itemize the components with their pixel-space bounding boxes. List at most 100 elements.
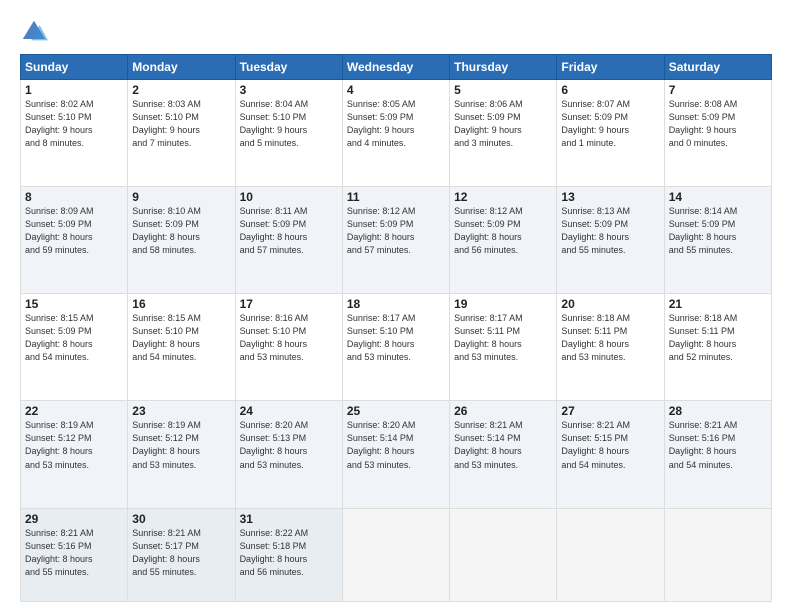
day-info: Sunrise: 8:12 AM Sunset: 5:09 PM Dayligh…	[347, 205, 445, 257]
day-number: 18	[347, 297, 445, 311]
calendar-cell: 17Sunrise: 8:16 AM Sunset: 5:10 PM Dayli…	[235, 294, 342, 401]
day-number: 22	[25, 404, 123, 418]
calendar-cell: 27Sunrise: 8:21 AM Sunset: 5:15 PM Dayli…	[557, 401, 664, 508]
calendar-cell: 26Sunrise: 8:21 AM Sunset: 5:14 PM Dayli…	[450, 401, 557, 508]
day-info: Sunrise: 8:17 AM Sunset: 5:10 PM Dayligh…	[347, 312, 445, 364]
day-info: Sunrise: 8:20 AM Sunset: 5:13 PM Dayligh…	[240, 419, 338, 471]
day-info: Sunrise: 8:08 AM Sunset: 5:09 PM Dayligh…	[669, 98, 767, 150]
page: SundayMondayTuesdayWednesdayThursdayFrid…	[0, 0, 792, 612]
day-info: Sunrise: 8:16 AM Sunset: 5:10 PM Dayligh…	[240, 312, 338, 364]
day-info: Sunrise: 8:17 AM Sunset: 5:11 PM Dayligh…	[454, 312, 552, 364]
calendar-cell: 9Sunrise: 8:10 AM Sunset: 5:09 PM Daylig…	[128, 187, 235, 294]
day-number: 9	[132, 190, 230, 204]
calendar-week-row: 15Sunrise: 8:15 AM Sunset: 5:09 PM Dayli…	[21, 294, 772, 401]
day-info: Sunrise: 8:03 AM Sunset: 5:10 PM Dayligh…	[132, 98, 230, 150]
day-info: Sunrise: 8:21 AM Sunset: 5:17 PM Dayligh…	[132, 527, 230, 579]
day-info: Sunrise: 8:10 AM Sunset: 5:09 PM Dayligh…	[132, 205, 230, 257]
day-number: 7	[669, 83, 767, 97]
calendar-cell	[557, 508, 664, 602]
day-header-saturday: Saturday	[664, 55, 771, 80]
day-info: Sunrise: 8:15 AM Sunset: 5:10 PM Dayligh…	[132, 312, 230, 364]
day-number: 21	[669, 297, 767, 311]
calendar-cell: 1Sunrise: 8:02 AM Sunset: 5:10 PM Daylig…	[21, 80, 128, 187]
calendar-table: SundayMondayTuesdayWednesdayThursdayFrid…	[20, 54, 772, 602]
day-number: 31	[240, 512, 338, 526]
calendar-cell: 28Sunrise: 8:21 AM Sunset: 5:16 PM Dayli…	[664, 401, 771, 508]
calendar-cell: 31Sunrise: 8:22 AM Sunset: 5:18 PM Dayli…	[235, 508, 342, 602]
calendar-cell: 24Sunrise: 8:20 AM Sunset: 5:13 PM Dayli…	[235, 401, 342, 508]
day-info: Sunrise: 8:19 AM Sunset: 5:12 PM Dayligh…	[25, 419, 123, 471]
day-info: Sunrise: 8:06 AM Sunset: 5:09 PM Dayligh…	[454, 98, 552, 150]
calendar-cell: 10Sunrise: 8:11 AM Sunset: 5:09 PM Dayli…	[235, 187, 342, 294]
day-header-thursday: Thursday	[450, 55, 557, 80]
day-number: 6	[561, 83, 659, 97]
calendar-cell: 25Sunrise: 8:20 AM Sunset: 5:14 PM Dayli…	[342, 401, 449, 508]
calendar-cell: 15Sunrise: 8:15 AM Sunset: 5:09 PM Dayli…	[21, 294, 128, 401]
day-number: 17	[240, 297, 338, 311]
day-number: 19	[454, 297, 552, 311]
calendar-week-row: 8Sunrise: 8:09 AM Sunset: 5:09 PM Daylig…	[21, 187, 772, 294]
day-number: 16	[132, 297, 230, 311]
calendar-cell	[342, 508, 449, 602]
calendar-cell: 29Sunrise: 8:21 AM Sunset: 5:16 PM Dayli…	[21, 508, 128, 602]
calendar-week-row: 22Sunrise: 8:19 AM Sunset: 5:12 PM Dayli…	[21, 401, 772, 508]
day-info: Sunrise: 8:13 AM Sunset: 5:09 PM Dayligh…	[561, 205, 659, 257]
day-info: Sunrise: 8:09 AM Sunset: 5:09 PM Dayligh…	[25, 205, 123, 257]
day-number: 2	[132, 83, 230, 97]
day-header-wednesday: Wednesday	[342, 55, 449, 80]
day-number: 24	[240, 404, 338, 418]
logo	[20, 18, 52, 46]
day-number: 20	[561, 297, 659, 311]
header	[20, 18, 772, 46]
calendar-cell: 4Sunrise: 8:05 AM Sunset: 5:09 PM Daylig…	[342, 80, 449, 187]
day-info: Sunrise: 8:14 AM Sunset: 5:09 PM Dayligh…	[669, 205, 767, 257]
calendar-cell: 18Sunrise: 8:17 AM Sunset: 5:10 PM Dayli…	[342, 294, 449, 401]
calendar-cell: 20Sunrise: 8:18 AM Sunset: 5:11 PM Dayli…	[557, 294, 664, 401]
calendar-cell	[450, 508, 557, 602]
calendar-cell: 14Sunrise: 8:14 AM Sunset: 5:09 PM Dayli…	[664, 187, 771, 294]
calendar-header-row: SundayMondayTuesdayWednesdayThursdayFrid…	[21, 55, 772, 80]
day-number: 28	[669, 404, 767, 418]
day-header-monday: Monday	[128, 55, 235, 80]
calendar-cell: 16Sunrise: 8:15 AM Sunset: 5:10 PM Dayli…	[128, 294, 235, 401]
day-number: 8	[25, 190, 123, 204]
day-number: 5	[454, 83, 552, 97]
day-header-friday: Friday	[557, 55, 664, 80]
calendar-cell: 6Sunrise: 8:07 AM Sunset: 5:09 PM Daylig…	[557, 80, 664, 187]
day-number: 26	[454, 404, 552, 418]
calendar-cell: 3Sunrise: 8:04 AM Sunset: 5:10 PM Daylig…	[235, 80, 342, 187]
day-number: 13	[561, 190, 659, 204]
day-info: Sunrise: 8:19 AM Sunset: 5:12 PM Dayligh…	[132, 419, 230, 471]
day-number: 30	[132, 512, 230, 526]
day-info: Sunrise: 8:21 AM Sunset: 5:16 PM Dayligh…	[669, 419, 767, 471]
calendar-cell: 8Sunrise: 8:09 AM Sunset: 5:09 PM Daylig…	[21, 187, 128, 294]
calendar-cell: 13Sunrise: 8:13 AM Sunset: 5:09 PM Dayli…	[557, 187, 664, 294]
day-number: 25	[347, 404, 445, 418]
calendar-cell: 19Sunrise: 8:17 AM Sunset: 5:11 PM Dayli…	[450, 294, 557, 401]
calendar-cell: 7Sunrise: 8:08 AM Sunset: 5:09 PM Daylig…	[664, 80, 771, 187]
day-number: 10	[240, 190, 338, 204]
day-info: Sunrise: 8:07 AM Sunset: 5:09 PM Dayligh…	[561, 98, 659, 150]
day-info: Sunrise: 8:18 AM Sunset: 5:11 PM Dayligh…	[669, 312, 767, 364]
day-info: Sunrise: 8:18 AM Sunset: 5:11 PM Dayligh…	[561, 312, 659, 364]
day-info: Sunrise: 8:20 AM Sunset: 5:14 PM Dayligh…	[347, 419, 445, 471]
day-header-sunday: Sunday	[21, 55, 128, 80]
day-info: Sunrise: 8:11 AM Sunset: 5:09 PM Dayligh…	[240, 205, 338, 257]
day-number: 3	[240, 83, 338, 97]
day-info: Sunrise: 8:21 AM Sunset: 5:14 PM Dayligh…	[454, 419, 552, 471]
day-info: Sunrise: 8:04 AM Sunset: 5:10 PM Dayligh…	[240, 98, 338, 150]
day-info: Sunrise: 8:02 AM Sunset: 5:10 PM Dayligh…	[25, 98, 123, 150]
day-number: 1	[25, 83, 123, 97]
day-number: 15	[25, 297, 123, 311]
day-info: Sunrise: 8:05 AM Sunset: 5:09 PM Dayligh…	[347, 98, 445, 150]
calendar-cell: 22Sunrise: 8:19 AM Sunset: 5:12 PM Dayli…	[21, 401, 128, 508]
day-info: Sunrise: 8:12 AM Sunset: 5:09 PM Dayligh…	[454, 205, 552, 257]
calendar-cell: 12Sunrise: 8:12 AM Sunset: 5:09 PM Dayli…	[450, 187, 557, 294]
day-info: Sunrise: 8:21 AM Sunset: 5:16 PM Dayligh…	[25, 527, 123, 579]
day-number: 14	[669, 190, 767, 204]
day-info: Sunrise: 8:22 AM Sunset: 5:18 PM Dayligh…	[240, 527, 338, 579]
day-number: 27	[561, 404, 659, 418]
calendar-week-row: 29Sunrise: 8:21 AM Sunset: 5:16 PM Dayli…	[21, 508, 772, 602]
calendar-cell	[664, 508, 771, 602]
day-header-tuesday: Tuesday	[235, 55, 342, 80]
